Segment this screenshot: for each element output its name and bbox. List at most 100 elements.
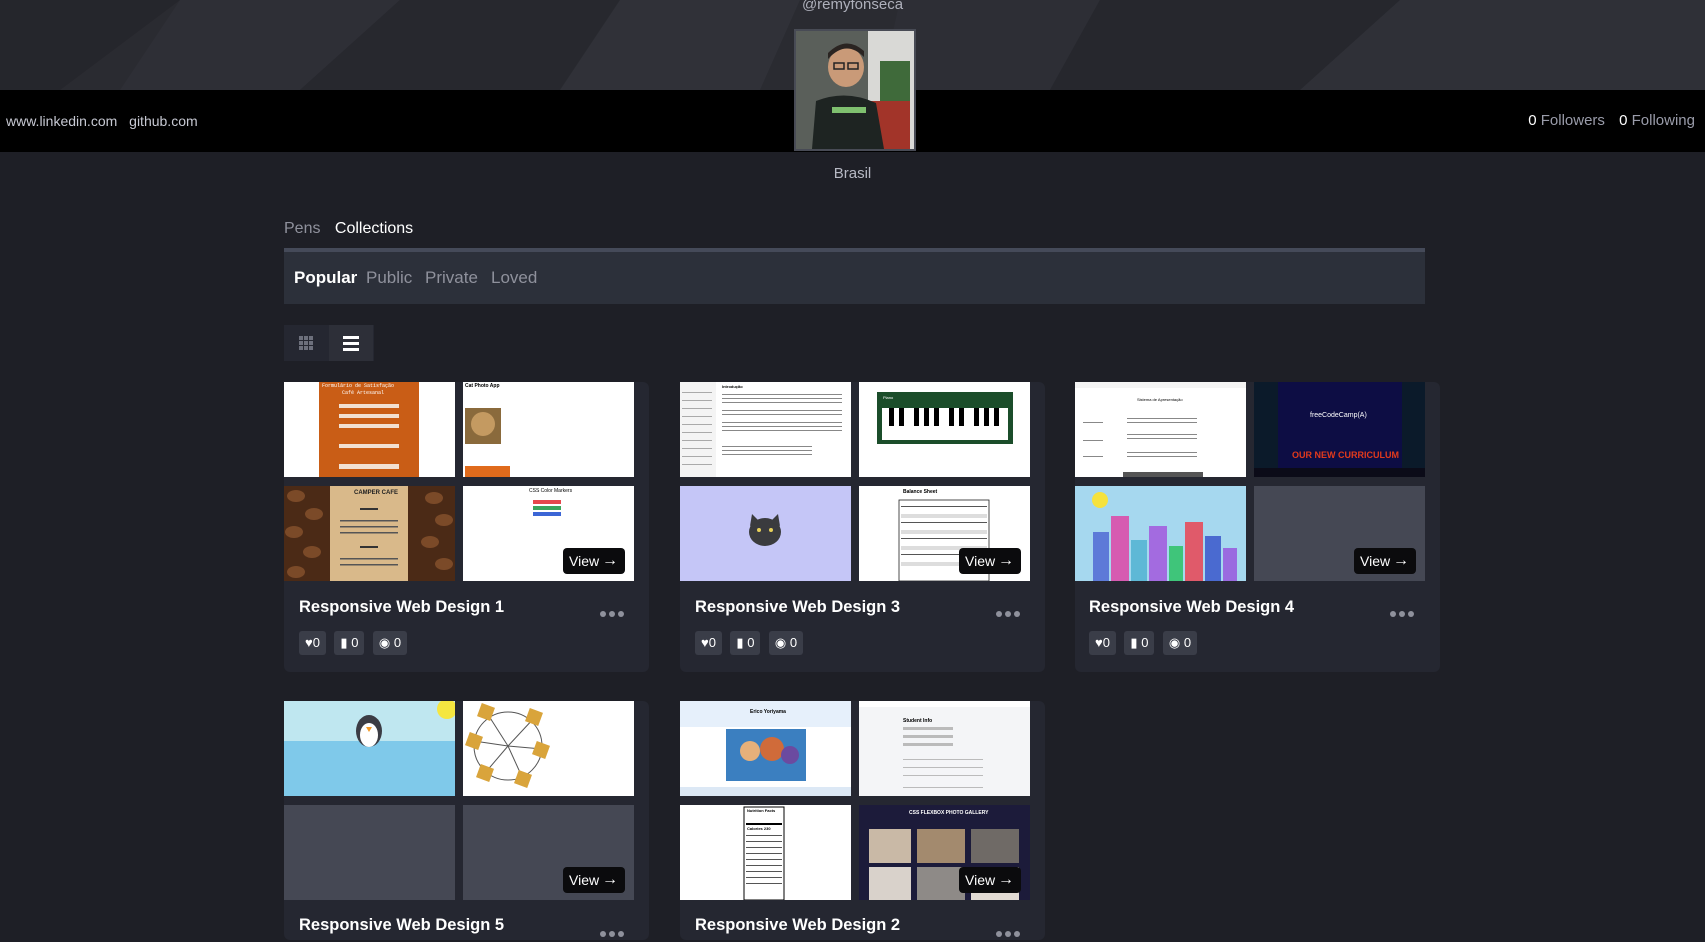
view-collection-button[interactable]: View → (959, 548, 1021, 574)
view-collection-button[interactable]: View → (959, 867, 1021, 893)
tab-pens[interactable]: Pens (284, 220, 320, 237)
pen-thumbnail[interactable] (1075, 486, 1246, 581)
like-button[interactable]: ♥0 (1089, 631, 1116, 655)
comment-count: 0 (747, 635, 755, 650)
pen-thumbnail[interactable]: Balance Sheet View → (859, 486, 1030, 581)
thumb-title: CSS FLEXBOX PHOTO GALLERY (909, 810, 989, 816)
comment-count: 0 (351, 635, 359, 650)
pen-thumbnail[interactable]: Nutrition Facts Calories 230 (680, 805, 851, 900)
pen-thumbnail[interactable]: Student Info (859, 701, 1030, 796)
collection-card[interactable]: Erico Yoriyama Student Info Nutrition Fa… (680, 701, 1045, 940)
thumb-title: Formulário de Satisfação (322, 383, 395, 389)
pen-thumbnail[interactable]: Formulário de Satisfação Café Artesanal (284, 382, 455, 477)
pen-thumbnail[interactable]: CAMPER CAFE (284, 486, 455, 581)
heart-icon: ♥ (1095, 635, 1103, 650)
thumb-title: Piano (883, 395, 894, 400)
more-options-icon[interactable] (996, 924, 1026, 937)
pen-thumbnail[interactable]: CSS Color Markers View → (463, 486, 634, 581)
pen-thumbnail[interactable] (284, 701, 455, 796)
pen-thumbnail[interactable] (463, 701, 634, 796)
heart-icon: ♥ (701, 635, 709, 650)
filter-private[interactable]: Private (425, 268, 478, 288)
collection-title[interactable]: Responsive Web Design 2 (695, 916, 900, 935)
collection-title[interactable]: Responsive Web Design 5 (299, 916, 504, 935)
collection-card[interactable]: View → Responsive Web Design 5 (284, 701, 649, 940)
comment-button[interactable]: ▮ 0 (334, 631, 365, 655)
like-count: 0 (312, 635, 320, 650)
filter-popular[interactable]: Popular (294, 268, 357, 288)
grid-view-button[interactable] (284, 325, 328, 361)
thumb-title: Erico Yoriyama (750, 709, 786, 715)
linkedin-link[interactable]: www.linkedin.com (6, 113, 117, 129)
view-collection-button[interactable]: View → (563, 867, 625, 893)
profile-handle: @remyfonseca (801, 0, 904, 13)
collection-card[interactable]: Sistema de Apresentação freeCodeCamp(A) … (1075, 382, 1440, 672)
more-options-icon[interactable] (600, 924, 630, 937)
pen-thumbnail[interactable]: Erico Yoriyama (680, 701, 851, 796)
thumb-subtitle: Calories 230 (747, 826, 771, 831)
like-count: 0 (1102, 635, 1110, 650)
pen-thumbnail[interactable] (680, 486, 851, 581)
profile-tabs: Pens Collections (284, 220, 423, 238)
collection-title[interactable]: Responsive Web Design 4 (1089, 598, 1294, 617)
thumb-title: Introdução (722, 384, 743, 389)
view-button-label: View (569, 553, 600, 569)
filter-loved[interactable]: Loved (491, 268, 537, 288)
pen-thumbnail[interactable]: freeCodeCamp(A) OUR NEW CURRICULUM (1254, 382, 1425, 477)
followers-link[interactable]: 0 Followers (1528, 112, 1605, 129)
list-view-button[interactable] (329, 325, 373, 361)
pen-thumbnail[interactable]: Sistema de Apresentação (1075, 382, 1246, 477)
arrow-right-icon: → (998, 552, 1014, 569)
like-button[interactable]: ♥0 (695, 631, 722, 655)
view-collection-button[interactable]: View → (563, 548, 625, 574)
pen-thumbnail[interactable]: CSS FLEXBOX PHOTO GALLERY View → (859, 805, 1030, 900)
pen-thumbnail[interactable]: View → (1254, 486, 1425, 581)
views-stat[interactable]: ◉ 0 (1162, 631, 1198, 655)
comment-button[interactable]: ▮ 0 (730, 631, 761, 655)
collection-card[interactable]: Introdução Piano Balance Sheet View → Re… (680, 382, 1045, 672)
comment-icon: ▮ (1130, 635, 1138, 650)
pen-thumbnail[interactable] (284, 805, 455, 900)
pen-thumbnail[interactable]: Piano (859, 382, 1030, 477)
more-options-icon[interactable] (600, 604, 630, 617)
thumb-title: Balance Sheet (903, 489, 938, 495)
collection-card[interactable]: Formulário de Satisfação Café Artesanal … (284, 382, 649, 672)
collection-title[interactable]: Responsive Web Design 3 (695, 598, 900, 617)
view-button-label: View (569, 872, 600, 888)
thumb-title: freeCodeCamp(A) (1310, 412, 1367, 419)
pen-thumbnail[interactable]: View → (463, 805, 634, 900)
like-button[interactable]: ♥0 (299, 631, 326, 655)
view-button-label: View (965, 872, 996, 888)
following-link[interactable]: 0 Following (1619, 112, 1695, 129)
heart-icon: ♥ (305, 635, 313, 650)
filter-public[interactable]: Public (366, 268, 412, 288)
tab-collections[interactable]: Collections (335, 220, 413, 237)
arrow-right-icon: → (998, 871, 1014, 888)
following-count: 0 (1619, 112, 1628, 129)
comment-button[interactable]: ▮ 0 (1124, 631, 1155, 655)
pen-thumbnail[interactable]: Introdução (680, 382, 851, 477)
eye-icon: ◉ (378, 635, 391, 650)
collection-stats: ♥0 ▮ 0 ◉ 0 (299, 631, 411, 655)
avatar[interactable] (794, 29, 916, 151)
profile-links: www.linkedin.com github.com (6, 113, 206, 129)
followers-label: Followers (1540, 112, 1605, 129)
view-button-label: View (1360, 553, 1391, 569)
more-options-icon[interactable] (996, 604, 1026, 617)
collection-title[interactable]: Responsive Web Design 1 (299, 598, 504, 617)
view-count: 0 (393, 635, 402, 650)
thumb-title: CSS Color Markers (529, 488, 573, 494)
thumb-title: Cat Photo App (465, 383, 500, 389)
more-options-icon[interactable] (1390, 604, 1420, 617)
view-count: 0 (789, 635, 798, 650)
thumb-subtitle: Café Artesanal (342, 390, 385, 396)
github-link[interactable]: github.com (129, 113, 197, 129)
collection-stats: ♥0 ▮ 0 ◉ 0 (695, 631, 807, 655)
comment-icon: ▮ (340, 635, 348, 650)
views-stat[interactable]: ◉ 0 (372, 631, 408, 655)
views-stat[interactable]: ◉ 0 (768, 631, 804, 655)
thumb-title: CAMPER CAFE (354, 490, 399, 496)
view-collection-button[interactable]: View → (1354, 548, 1416, 574)
arrow-right-icon: → (602, 871, 618, 888)
pen-thumbnail[interactable]: Cat Photo App (463, 382, 634, 477)
